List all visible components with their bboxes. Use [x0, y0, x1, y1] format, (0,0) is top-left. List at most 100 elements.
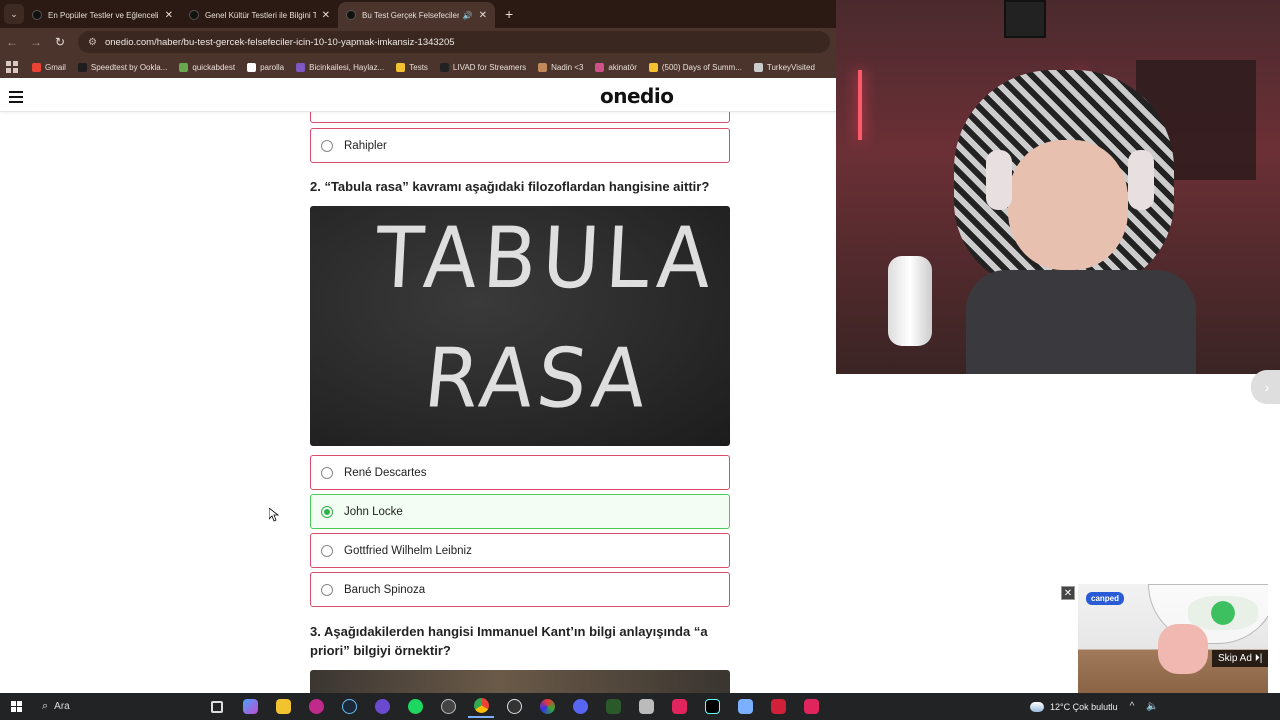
skip-ad-button[interactable]: Skip Ad ⏵|: [1212, 650, 1269, 667]
app-icon[interactable]: [633, 696, 659, 718]
app-icon[interactable]: [732, 696, 758, 718]
task-view-icon[interactable]: [204, 696, 230, 718]
new-tab-icon[interactable]: +: [505, 6, 513, 22]
quiz-option-selected[interactable]: John Locke: [310, 494, 730, 529]
bookmark-item[interactable]: quickabdest: [179, 62, 236, 72]
tab-2[interactable]: Genel Kültür Testleri ile Bilgini T ✕: [181, 2, 338, 28]
radio-checked-icon: [321, 505, 333, 518]
option-label: René Descartes: [344, 466, 427, 479]
bookmark-item[interactable]: akinatör: [595, 62, 637, 72]
side-panel-arrow-icon[interactable]: ›: [1251, 370, 1280, 404]
tab-1[interactable]: En Popüler Testler ve Eğlenceli ✕: [24, 2, 181, 28]
file-explorer-icon[interactable]: [270, 696, 296, 718]
bookmark-label: Nadin <3: [551, 62, 584, 72]
back-icon[interactable]: ←: [0, 35, 24, 49]
close-tab-icon[interactable]: ✕: [479, 10, 487, 21]
weather-text[interactable]: 12°C Çok bulutlu: [1050, 702, 1118, 712]
bookmark-label: quickabdest: [192, 62, 236, 72]
bookmark-item[interactable]: Bicinkailesi, Haylaz...: [296, 62, 384, 72]
bookmark-item[interactable]: Nadin <3: [538, 62, 584, 72]
question-image-chalkboard: TABULA RASA: [310, 206, 730, 446]
bookmark-label: Tests: [409, 62, 428, 72]
option-label: Gottfried Wilhelm Leibniz: [344, 544, 472, 557]
chalk-word: TABULA: [373, 210, 719, 308]
onedio-favicon-icon: [346, 10, 356, 20]
bookmark-label: TurkeyVisited: [766, 62, 815, 72]
weather-cloud-icon: [1030, 701, 1044, 712]
bookmark-label: Gmail: [45, 62, 66, 72]
volume-icon[interactable]: 🔈: [1146, 701, 1158, 712]
hamburger-menu-icon[interactable]: [9, 91, 23, 103]
taskbar-search[interactable]: ⌕ Ara: [32, 700, 152, 713]
bookmark-item[interactable]: (500) Days of Summ...: [648, 62, 742, 72]
start-button[interactable]: [0, 701, 32, 712]
reload-icon[interactable]: ↻: [48, 35, 72, 49]
option-label: Rahipler: [344, 139, 387, 152]
tab-title: En Popüler Testler ve Eğlenceli: [48, 10, 159, 20]
chrome-icon[interactable]: [468, 696, 494, 718]
taskbar-apps: [204, 696, 831, 718]
obs-icon[interactable]: [369, 696, 395, 718]
video-ad[interactable]: canped: [1078, 584, 1268, 693]
quiz-option[interactable]: Baruch Spinoza: [310, 572, 730, 607]
bookmark-favicon-icon: [595, 62, 605, 72]
ad-figure: [1158, 624, 1208, 674]
question-title: 2. “Tabula rasa” kavramı aşağıdaki filoz…: [310, 179, 710, 194]
bookmark-item[interactable]: Speedtest by Ookla...: [77, 62, 168, 72]
app-icon[interactable]: [435, 696, 461, 718]
close-tab-icon[interactable]: ✕: [322, 10, 330, 21]
bookmark-favicon-icon: [296, 62, 306, 72]
app-icon[interactable]: [303, 696, 329, 718]
bookmark-favicon-icon: [396, 62, 406, 72]
tray-chevron-icon[interactable]: ^: [1130, 701, 1135, 712]
copilot-icon[interactable]: [237, 696, 263, 718]
tab-3-active[interactable]: Bu Test Gerçek Felsefeciler 🔊 ✕: [338, 2, 495, 28]
tiktok-icon[interactable]: [666, 696, 692, 718]
web-page: onedio Rahipler 2. “Tabula rasa” kavramı…: [0, 80, 836, 693]
discord-icon[interactable]: [567, 696, 593, 718]
chalk-word: RASA: [420, 331, 655, 427]
option-label: John Locke: [344, 505, 403, 518]
system-tray: 12°C Çok bulutlu ^ 🔈: [1030, 693, 1159, 720]
ad-brand-logo: canped: [1086, 592, 1125, 605]
bookmark-item[interactable]: TurkeyVisited: [753, 62, 815, 72]
steam-icon[interactable]: [336, 696, 362, 718]
bookmark-label: akinatör: [608, 62, 637, 72]
bookmark-item[interactable]: Tests: [396, 62, 428, 72]
site-logo[interactable]: onedio: [600, 84, 674, 108]
close-tab-icon[interactable]: ✕: [165, 10, 173, 21]
forward-icon[interactable]: →: [24, 35, 48, 49]
ad-close-icon[interactable]: ✕: [1061, 586, 1075, 600]
quiz-option[interactable]: Rahipler: [310, 128, 730, 163]
bookmark-favicon-icon: [247, 62, 257, 72]
app-icon[interactable]: [501, 696, 527, 718]
app-icon[interactable]: [765, 696, 791, 718]
site-info-icon[interactable]: ⚙: [88, 37, 97, 48]
bookmark-favicon-icon: [77, 62, 87, 72]
app-icon[interactable]: [534, 696, 560, 718]
led-light: [858, 70, 862, 140]
app-icon[interactable]: [600, 696, 626, 718]
bookmark-label: Speedtest by Ookla...: [90, 62, 168, 72]
headphone: [1128, 150, 1154, 210]
speaker-icon[interactable]: 🔊: [463, 11, 473, 20]
tab-search-button[interactable]: ⌄: [4, 4, 24, 24]
bookmark-favicon-icon: [648, 62, 658, 72]
tab-strip: ⌄ En Popüler Testler ve Eğlenceli ✕ Gene…: [0, 0, 836, 28]
bookmark-item[interactable]: parolla: [247, 62, 284, 72]
webcam-overlay: [836, 0, 1280, 374]
site-header: onedio: [0, 80, 836, 112]
bookmark-item[interactable]: LIVAD for Streamers: [439, 62, 526, 72]
bookmark-item[interactable]: Gmail: [32, 62, 66, 72]
ad-candy: [1188, 596, 1258, 630]
spotify-icon[interactable]: [402, 696, 428, 718]
bookmarks-bar: Gmail Speedtest by Ookla... quickabdest par…: [0, 56, 836, 78]
quiz-option[interactable]: René Descartes: [310, 455, 730, 490]
bookmark-label: (500) Days of Summ...: [661, 62, 742, 72]
quiz-option[interactable]: Gottfried Wilhelm Leibniz: [310, 533, 730, 568]
radio-icon: [321, 139, 333, 152]
apps-grid-icon[interactable]: [6, 61, 18, 73]
app-icon[interactable]: [798, 696, 824, 718]
tiktok-icon[interactable]: [699, 696, 725, 718]
address-bar[interactable]: ⚙ onedio.com/haber/bu-test-gercek-felsef…: [78, 31, 830, 53]
